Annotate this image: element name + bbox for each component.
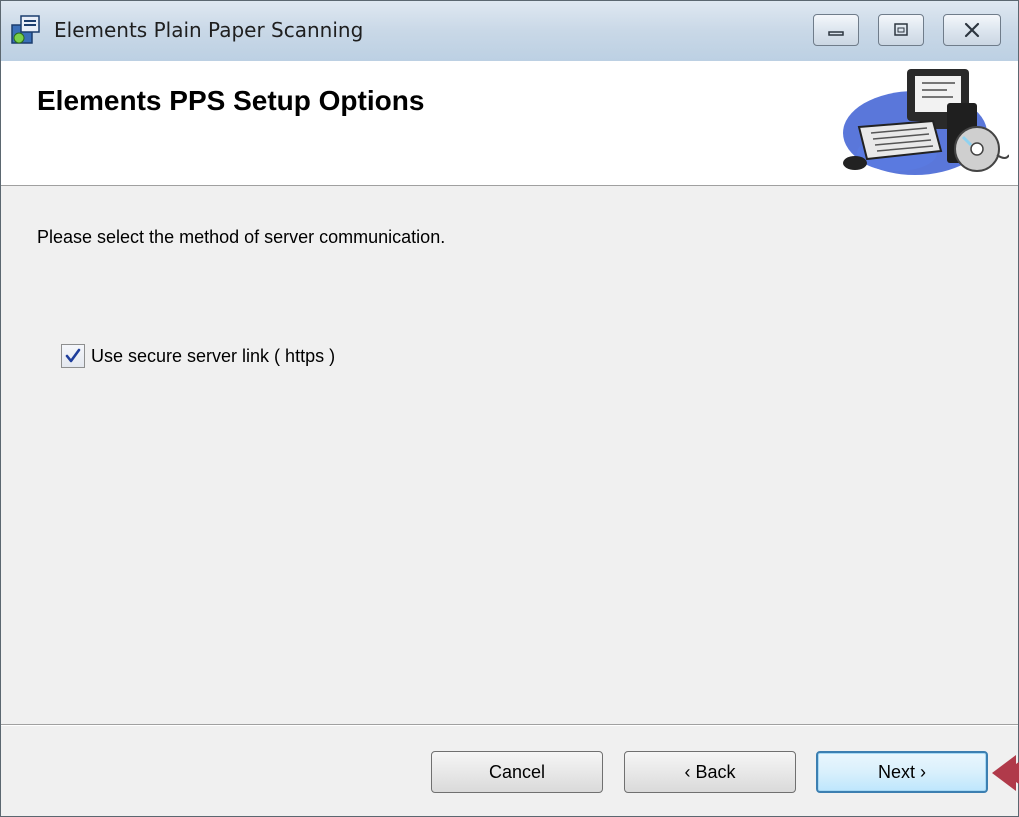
minimize-button[interactable] bbox=[813, 14, 859, 46]
secure-link-label[interactable]: Use secure server link ( https ) bbox=[91, 346, 335, 367]
setup-window: Elements Plain Paper Scanning Elements P… bbox=[0, 0, 1019, 817]
close-button[interactable] bbox=[943, 14, 1001, 46]
computer-setup-icon bbox=[843, 69, 1009, 175]
minimize-icon bbox=[828, 31, 844, 36]
next-button[interactable]: Next › bbox=[816, 751, 988, 793]
close-icon bbox=[964, 22, 980, 38]
maximize-button[interactable] bbox=[878, 14, 924, 46]
title-bar[interactable]: Elements Plain Paper Scanning bbox=[1, 1, 1018, 61]
secure-link-checkbox[interactable] bbox=[61, 344, 85, 368]
window-title: Elements Plain Paper Scanning bbox=[54, 18, 364, 42]
page-title: Elements PPS Setup Options bbox=[37, 85, 425, 116]
back-button[interactable]: ‹ Back bbox=[624, 751, 796, 793]
pointer-marker-icon bbox=[992, 755, 1019, 791]
instruction-text: Please select the method of server commu… bbox=[37, 227, 446, 247]
cancel-button[interactable]: Cancel bbox=[431, 751, 603, 793]
header-banner: Elements PPS Setup Options bbox=[1, 61, 1018, 186]
maximize-icon bbox=[894, 23, 908, 36]
checkmark-icon bbox=[65, 348, 81, 363]
footer-divider bbox=[1, 724, 1018, 726]
installer-app-icon bbox=[11, 15, 40, 44]
secure-link-option[interactable]: Use secure server link ( https ) bbox=[61, 344, 335, 368]
